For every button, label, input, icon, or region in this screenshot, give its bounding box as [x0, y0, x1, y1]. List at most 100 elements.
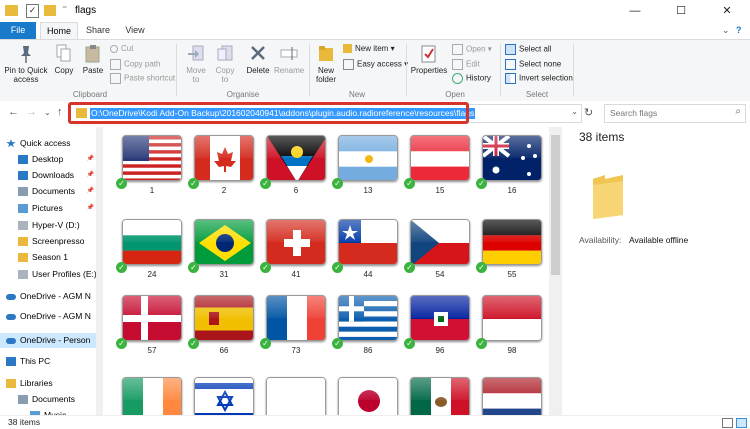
rename-button[interactable]: Rename: [274, 44, 304, 75]
file-tile[interactable]: ✓ 31: [186, 215, 256, 283]
tab-view[interactable]: View: [118, 22, 152, 39]
file-tile[interactable]: [186, 373, 256, 415]
nav-item-documents[interactable]: Documents: [0, 392, 96, 407]
file-tile[interactable]: ✓ 15: [402, 131, 472, 199]
quick-access-dropdown-icon[interactable]: ⁼: [62, 4, 67, 18]
nav-item-libraries[interactable]: Libraries: [0, 376, 96, 391]
address-dropdown-chevron-icon[interactable]: ⌄: [571, 107, 578, 116]
file-tile[interactable]: ✓ 86: [330, 291, 400, 359]
invert-selection-button[interactable]: Invert selection: [505, 73, 573, 84]
file-tile[interactable]: [330, 373, 400, 415]
properties-quick-icon[interactable]: ✓: [26, 4, 39, 18]
file-tile[interactable]: ✓ 2: [186, 131, 256, 199]
pin-icon[interactable]: 📌: [87, 184, 94, 199]
file-tile[interactable]: [402, 373, 472, 415]
pin-icon: [21, 46, 31, 63]
pin-quick-access-button[interactable]: Pin to Quick access: [4, 44, 48, 84]
file-tile[interactable]: ✓ 66: [186, 291, 256, 359]
nav-item-onedrive-agm-n[interactable]: OneDrive - AGM N: [0, 309, 96, 324]
nav-item-pictures[interactable]: Pictures 📌: [0, 201, 96, 216]
content-scrollbar[interactable]: [549, 127, 562, 415]
file-tile[interactable]: [474, 373, 544, 415]
select-none-label: Select none: [519, 59, 562, 69]
nav-item-onedrive-agm-n[interactable]: OneDrive - AGM N: [0, 289, 96, 304]
forward-arrow-icon[interactable]: →: [26, 106, 37, 118]
copy-button[interactable]: Copy: [52, 44, 76, 75]
details-view-icon[interactable]: [722, 418, 733, 428]
file-tile[interactable]: ✓ 96: [402, 291, 472, 359]
file-tile[interactable]: ✓ 55: [474, 215, 544, 283]
title-bar: ✓ ⁼ flags — ☐ ✕: [0, 0, 750, 23]
nav-item-screenpresso[interactable]: Screenpresso: [0, 234, 96, 249]
new-group-label: New: [348, 90, 365, 99]
nav-item-onedrive-person[interactable]: OneDrive - Person: [0, 333, 96, 348]
new-folder-button[interactable]: New folder: [312, 44, 340, 84]
nav-item-quick-access[interactable]: Quick access: [0, 136, 96, 151]
select-all-button[interactable]: Select all: [505, 44, 551, 55]
tab-share[interactable]: Share: [80, 22, 116, 39]
address-bar[interactable]: O:\OneDrive\Kodi Add-On Backup\201602040…: [68, 102, 582, 124]
nav-item-hyper-v-d[interactable]: Hyper-V (D:): [0, 218, 96, 233]
history-button[interactable]: History: [452, 73, 491, 84]
copy-path-button[interactable]: Copy path: [110, 59, 160, 70]
details-item-count: 38 items: [579, 130, 625, 144]
pin-icon[interactable]: 📌: [87, 201, 94, 216]
easy-access-icon: [343, 59, 354, 70]
new-folder-quick-icon[interactable]: [44, 5, 56, 16]
nav-item-this-pc[interactable]: This PC: [0, 354, 96, 369]
maximize-button[interactable]: ☐: [658, 0, 704, 22]
nav-scrollbar[interactable]: [96, 127, 103, 415]
pin-icon[interactable]: 📌: [87, 168, 94, 183]
scrollbar-thumb[interactable]: [551, 135, 560, 275]
file-tile[interactable]: ✓ 98: [474, 291, 544, 359]
edit-button[interactable]: Edit: [452, 59, 480, 70]
file-tile[interactable]: ✓ 41: [258, 215, 328, 283]
file-tile[interactable]: ✓ 24: [114, 215, 184, 283]
file-tile[interactable]: ✓ 73: [258, 291, 328, 359]
select-none-button[interactable]: Select none: [505, 59, 561, 70]
up-arrow-icon[interactable]: ↑: [57, 106, 63, 118]
properties-button[interactable]: Properties: [410, 44, 448, 75]
tab-file[interactable]: File: [0, 22, 36, 39]
paste-shortcut-button[interactable]: Paste shortcut: [110, 73, 175, 84]
new-item-button[interactable]: New item ▾: [343, 44, 395, 54]
close-button[interactable]: ✕: [704, 0, 750, 22]
search-box[interactable]: Search flags ⌕: [604, 104, 746, 123]
file-tile[interactable]: ✓ 13: [330, 131, 400, 199]
nav-item-downloads[interactable]: Downloads 📌: [0, 168, 96, 183]
file-tile[interactable]: ✓ 57: [114, 291, 184, 359]
minimize-button[interactable]: —: [612, 0, 658, 22]
file-tile[interactable]: ✓ 44: [330, 215, 400, 283]
nav-item-music[interactable]: Music: [0, 408, 96, 415]
cut-button[interactable]: Cut: [110, 44, 133, 53]
nav-item-user-profiles-e[interactable]: User Profiles (E:): [0, 267, 96, 282]
file-tile[interactable]: ✓ 16: [474, 131, 544, 199]
paste-button[interactable]: Paste: [79, 44, 107, 75]
back-arrow-icon[interactable]: ←: [8, 106, 19, 118]
easy-access-button[interactable]: Easy access ▾: [343, 59, 408, 70]
help-icon[interactable]: ?: [736, 25, 742, 35]
nav-item-season-1[interactable]: Season 1: [0, 250, 96, 265]
select-all-label: Select all: [519, 44, 552, 54]
ribbon-divider: [573, 44, 574, 96]
nav-item-documents[interactable]: Documents 📌: [0, 184, 96, 199]
file-tile[interactable]: [258, 373, 328, 415]
tab-home[interactable]: Home: [40, 22, 78, 39]
nav-item-desktop[interactable]: Desktop 📌: [0, 152, 96, 167]
refresh-icon[interactable]: ↻: [584, 106, 593, 119]
open-button[interactable]: Open ▾: [452, 44, 492, 55]
pin-icon[interactable]: 📌: [87, 152, 94, 167]
large-icons-view-icon[interactable]: [736, 418, 747, 428]
easy-access-label: Easy access ▾: [357, 59, 409, 69]
delete-button[interactable]: Delete: [244, 44, 272, 75]
file-tile[interactable]: ✓ 54: [402, 215, 472, 283]
file-tile[interactable]: ✓ 1: [114, 131, 184, 199]
file-tile[interactable]: [114, 373, 184, 415]
collapse-ribbon-icon[interactable]: ⌄: [722, 25, 730, 36]
file-name: 13: [363, 186, 373, 195]
move-to-button[interactable]: Move to: [183, 44, 209, 84]
recent-locations-chevron-icon[interactable]: ⌄: [44, 108, 51, 117]
file-tile[interactable]: ✓ 6: [258, 131, 328, 199]
copy-to-button[interactable]: Copy to: [212, 44, 238, 84]
nav-item-label: Music: [44, 410, 67, 415]
